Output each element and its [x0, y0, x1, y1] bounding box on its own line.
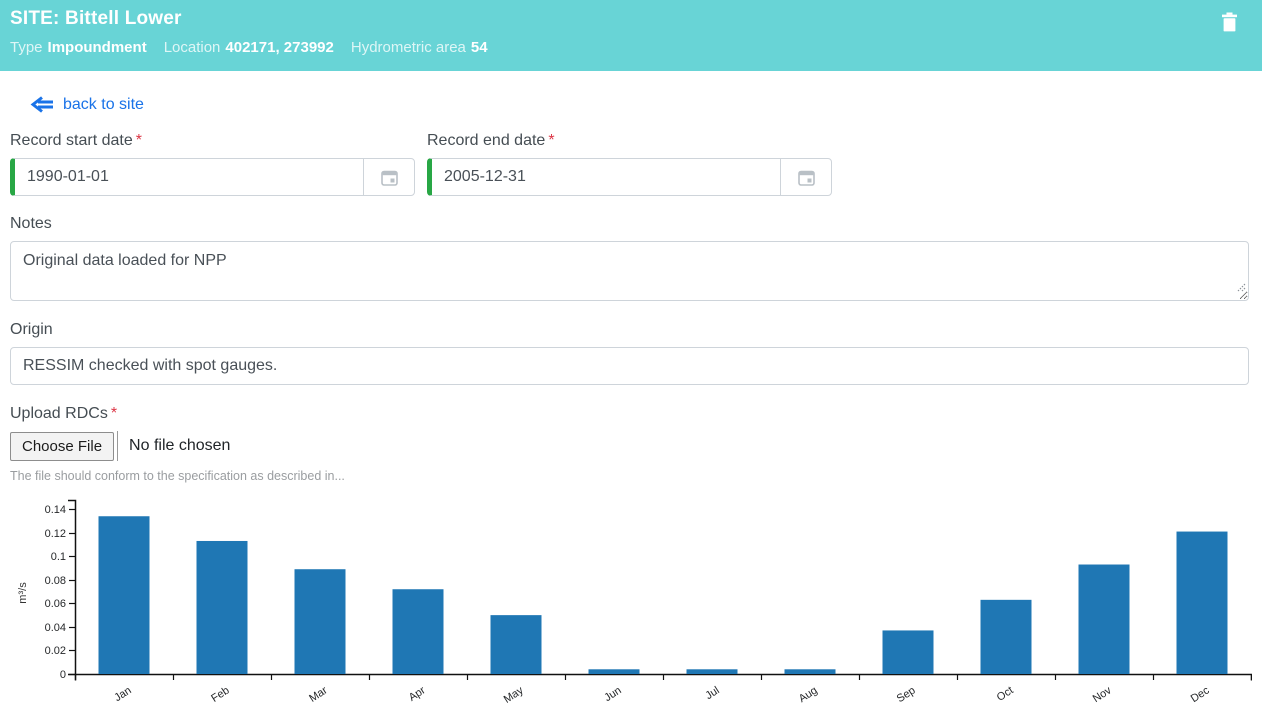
bar-oct	[981, 600, 1032, 674]
bar-apr	[393, 589, 444, 674]
trash-icon	[1221, 20, 1238, 35]
file-chosen-status: No file chosen	[129, 437, 230, 455]
record-end-label: Record end date*	[427, 132, 832, 150]
x-tick-label: Mar	[307, 684, 330, 705]
bar-feb	[197, 541, 248, 674]
y-axis-line	[68, 501, 76, 675]
x-tick-label: Aug	[797, 684, 820, 705]
y-tick-label: 0.06	[45, 598, 66, 610]
y-tick-label: 0.08	[45, 575, 66, 587]
bar-sep	[883, 630, 934, 674]
bar-may	[491, 615, 542, 674]
x-tick-label: Jan	[112, 684, 133, 704]
y-axis-title: m³/s	[17, 582, 29, 604]
y-tick-label: 0.04	[45, 622, 66, 634]
file-input: Choose File No file chosen	[10, 431, 1249, 461]
x-tick-label: Nov	[1091, 684, 1114, 705]
choose-file-button[interactable]: Choose File	[10, 432, 114, 461]
record-start-label: Record start date*	[10, 132, 415, 150]
dates-row: Record start date* Record end date*	[10, 132, 1249, 196]
x-tick-label: Jun	[602, 684, 623, 704]
x-tick-label: Sep	[895, 684, 918, 705]
required-asterisk: *	[136, 132, 142, 149]
site-meta: TypeImpoundment Location402171, 273992 H…	[10, 39, 1250, 56]
bar-jan	[99, 516, 150, 674]
x-tick-label: Jul	[703, 684, 721, 702]
bar-dec	[1177, 532, 1228, 674]
back-to-site-label: back to site	[63, 96, 144, 114]
bar-nov	[1079, 565, 1130, 674]
site-location: Location402171, 273992	[164, 39, 334, 56]
bar-jul	[687, 669, 738, 674]
y-tick-label: 0	[60, 669, 66, 681]
bar-aug	[785, 669, 836, 674]
record-start-input[interactable]	[10, 158, 364, 196]
site-header: SITE: Bittell Lower TypeImpoundment Loca…	[0, 0, 1262, 71]
notes-textarea[interactable]: Original data loaded for NPP	[10, 241, 1249, 301]
y-tick-label: 0.14	[45, 504, 66, 516]
site-hydrometric-area: Hydrometric area54	[351, 39, 488, 56]
page-title: SITE: Bittell Lower	[10, 7, 1250, 31]
calendar-icon	[798, 169, 815, 186]
bar-mar	[295, 569, 346, 674]
record-end-calendar-button[interactable]	[780, 158, 832, 196]
x-tick-label: May	[502, 684, 526, 706]
origin-label: Origin	[10, 321, 1249, 339]
bar-jun	[589, 669, 640, 674]
y-tick-label: 0.02	[45, 645, 66, 657]
origin-field: Origin	[10, 321, 1249, 385]
file-input-divider	[117, 431, 118, 461]
record-end-field: Record end date*	[427, 132, 832, 196]
upload-rdcs-label: Upload RDCs*	[10, 405, 1249, 423]
x-tick-label: Feb	[209, 684, 231, 704]
required-asterisk: *	[548, 132, 554, 149]
x-tick-label: Apr	[407, 684, 428, 704]
record-form: back to site Record start date*	[0, 95, 1262, 715]
notes-label: Notes	[10, 215, 1249, 233]
site-type: TypeImpoundment	[10, 39, 147, 56]
delete-record-button[interactable]	[1219, 10, 1240, 37]
record-end-input[interactable]	[427, 158, 781, 196]
upload-help-text: The file should conform to the specifica…	[10, 469, 1249, 483]
y-tick-label: 0.1	[51, 551, 66, 563]
record-start-field: Record start date*	[10, 132, 415, 196]
origin-input[interactable]	[10, 347, 1249, 385]
arrow-left-lines-icon	[30, 95, 55, 114]
required-asterisk: *	[111, 405, 117, 422]
upload-rdcs-field: Upload RDCs* Choose File No file chosen …	[10, 405, 1249, 483]
back-to-site-link[interactable]: back to site	[30, 95, 144, 114]
calendar-icon	[381, 169, 398, 186]
x-tick-label: Dec	[1189, 684, 1212, 705]
bar-chart-svg: 0 0.02 0.04 0.06 0.08 0.1 0.12 0.14 Jan Feb Mar Apr…	[10, 496, 1252, 710]
y-tick-label: 0.12	[45, 528, 66, 540]
x-tick-label: Oct	[995, 684, 1016, 703]
notes-field: Notes Original data loaded for NPP	[10, 215, 1249, 301]
monthly-flow-chart: 0 0.02 0.04 0.06 0.08 0.1 0.12 0.14 Jan Feb Mar Apr…	[10, 496, 1249, 715]
record-start-calendar-button[interactable]	[363, 158, 415, 196]
